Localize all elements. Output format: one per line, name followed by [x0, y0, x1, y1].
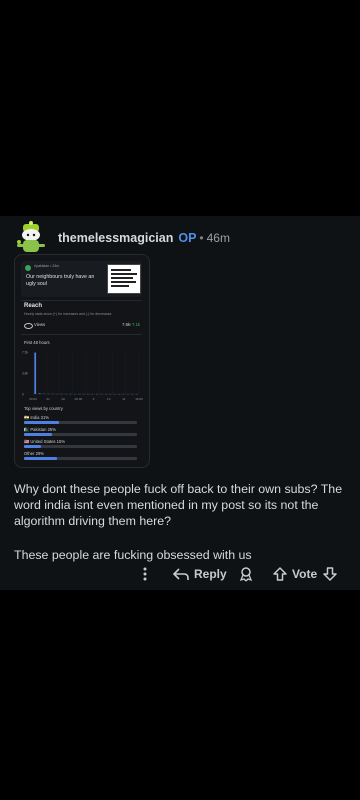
meta-separator: • [199, 231, 204, 245]
comment-paragraph: Why dont these people fuck off back to t… [14, 482, 343, 529]
country-bar-fill [24, 421, 60, 424]
chart-y-tick: 3.8k [22, 372, 28, 376]
views-row: Views 7.6k +7.1k [24, 322, 140, 330]
avatar[interactable] [14, 220, 48, 256]
chart-x-tick: 02 [62, 397, 66, 401]
first-hours-label: First 48 hours [24, 340, 50, 345]
chart-x-tick: 06:00 [75, 397, 83, 401]
country-bar-fill [24, 445, 41, 448]
chart-bar [34, 352, 37, 394]
country-bar-track [24, 457, 137, 460]
chart-x-tick: 20:00 [29, 397, 37, 401]
chart-x-tick: 11 [122, 397, 125, 401]
chart-y-tick: 0 [22, 393, 24, 397]
comment-card: themelessmagician OP • 46m r/pakistan • … [0, 216, 360, 590]
country-bar-track [24, 445, 137, 448]
more-button[interactable] [140, 566, 150, 582]
country-label: Other 29% [24, 451, 45, 456]
comment-actions: Reply Vote [0, 566, 360, 590]
chart-x-tick: 6 [93, 397, 95, 401]
comment-header: themelessmagician OP • 46m [14, 218, 230, 258]
downvote-icon[interactable] [323, 566, 337, 582]
country-bar-fill [24, 433, 53, 436]
award-button[interactable] [238, 566, 254, 582]
chart-y-tick: 7.5k [22, 351, 28, 355]
reply-button[interactable]: Reply [172, 566, 227, 582]
country-row: Other 29% [24, 451, 138, 461]
country-bar-track [24, 433, 137, 436]
vote-control: Vote [273, 566, 337, 582]
post-user: r/pakistan • 24m [34, 264, 60, 268]
country-row: 🇵🇰 Pakistan 25% [24, 427, 138, 437]
vote-label: Vote [292, 567, 318, 581]
country-bar-fill [24, 457, 57, 460]
post-subreddit-icon [25, 265, 31, 271]
post-title: Our neighbours truly have an ugly soul [26, 274, 95, 287]
chart-x-tick: 10 [107, 397, 111, 401]
views-delta: +7.1k [129, 322, 140, 327]
post-preview: r/pakistan • 24m Our neighbours truly ha… [21, 261, 142, 297]
post-thumbnail [107, 264, 141, 294]
comment-body: Why dont these people fuck off back to t… [14, 481, 350, 580]
top-views-label: Top views by country [24, 406, 63, 411]
country-bar-track [24, 421, 137, 424]
comment-time: 46m [206, 231, 230, 245]
attached-screenshot[interactable]: r/pakistan • 24m Our neighbours truly ha… [14, 254, 150, 468]
chart-x-tick: 16:00 [135, 397, 143, 401]
divider [21, 300, 142, 301]
op-badge: OP [178, 231, 197, 245]
reply-icon [172, 568, 189, 580]
upvote-icon[interactable] [273, 566, 287, 582]
reply-label: Reply [194, 567, 227, 581]
username[interactable]: themelessmagician [58, 231, 173, 245]
reach-title: Reach [24, 303, 43, 309]
views-chart: 7.5k 3.8k 0 20:00 01 02 06:00 6 10 11 16:00 [22, 351, 143, 402]
country-row: 🇺🇸 United States 15% [24, 439, 138, 449]
snoo-avatar-icon [17, 221, 45, 252]
reach-subtitle: Hourly stats show (+) for increases and … [24, 312, 112, 316]
more-vertical-icon [143, 567, 147, 581]
views-label: Views [34, 322, 46, 327]
award-icon [239, 567, 253, 582]
chart-bar [38, 393, 41, 394]
chart-x-tick: 01 [46, 397, 50, 401]
country-row: 🇮🇳 India 31% [24, 415, 138, 425]
divider [21, 334, 142, 335]
comment-paragraph: These people are fucking obsessed with u… [14, 547, 252, 562]
eye-icon [24, 323, 33, 329]
